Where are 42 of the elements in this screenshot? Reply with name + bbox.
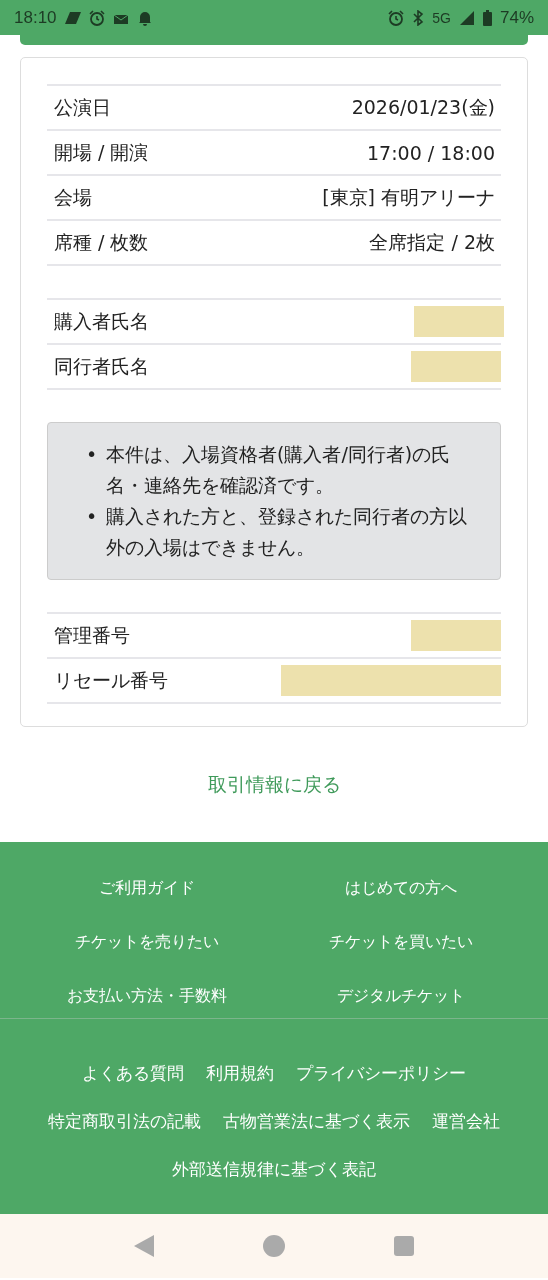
footer-link[interactable]: お支払い方法・手数料: [20, 976, 274, 1030]
bullet-mark: •: [86, 504, 99, 529]
footer-link[interactable]: デジタルチケット: [274, 976, 528, 1030]
battery-icon: [482, 9, 492, 26]
back-link[interactable]: 取引情報に戻る: [207, 771, 341, 798]
footer-link[interactable]: 運営会社: [432, 1097, 500, 1145]
bullet-mark: •: [86, 442, 99, 467]
alarm-icon: [88, 9, 105, 26]
back-icon[interactable]: [134, 1235, 155, 1257]
alarm-icon: [388, 9, 405, 26]
row-label: リセール番号: [54, 667, 168, 693]
footer-link[interactable]: 利用規約: [206, 1049, 274, 1097]
home-icon[interactable]: [263, 1235, 285, 1257]
row-label: 開場 / 開演: [54, 139, 149, 165]
row-value: 17:00 / 18:00: [367, 141, 496, 164]
row-label: 同行者氏名: [54, 353, 149, 379]
notice-text: 本件は、入場資格者(購入者/同行者)の氏名・連絡先を確認済です。: [106, 442, 452, 498]
row-label: 会場: [54, 184, 92, 210]
parallelogram-icon: [64, 10, 81, 25]
footer-link[interactable]: プライバシーポリシー: [296, 1049, 466, 1097]
row-value: [東京] 有明アリーナ: [322, 184, 496, 210]
bluetooth-icon: [412, 9, 425, 26]
signal-icon: [458, 9, 475, 26]
row-label: 公演日: [54, 94, 111, 120]
footer-link[interactable]: 特定商取引法の記載: [48, 1097, 201, 1145]
row-label: 席種 / 枚数: [54, 229, 149, 255]
row-label: 管理番号: [54, 622, 130, 648]
footer-link[interactable]: 古物営業法に基づく表示: [223, 1097, 410, 1145]
footer-link[interactable]: チケットを買いたい: [274, 922, 528, 976]
footer-link[interactable]: よくある質問: [82, 1049, 184, 1097]
row-value: 2026/01/23(金): [351, 94, 496, 120]
battery-percent: 74%: [499, 7, 534, 28]
footer-link[interactable]: はじめての方へ: [274, 868, 528, 922]
footer-link[interactable]: チケットを売りたい: [20, 922, 274, 976]
notice-text: 購入された方と、登録された同行者の方以外の入場はできません。: [106, 504, 468, 560]
network-type: 5G: [432, 9, 451, 26]
footer-link[interactable]: 外部送信規律に基づく表記: [172, 1145, 376, 1193]
row-value: 全席指定 / 2枚: [369, 229, 496, 255]
footer-link[interactable]: ご利用ガイド: [20, 868, 274, 922]
recents-icon[interactable]: [393, 1236, 414, 1256]
clock-time: 18:10: [14, 7, 57, 28]
row-label: 購入者氏名: [54, 308, 149, 334]
